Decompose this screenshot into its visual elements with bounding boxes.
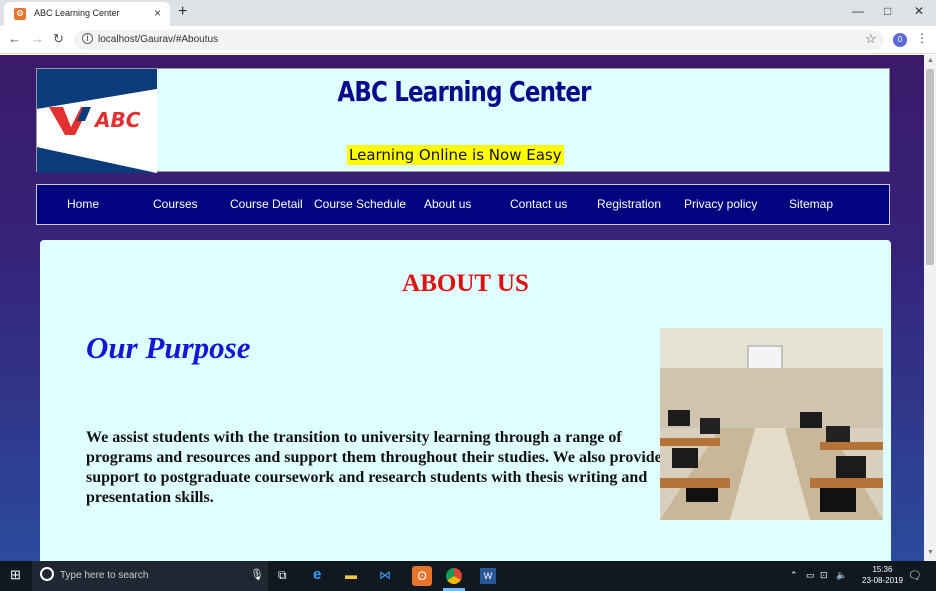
- main-nav: Home Courses Course Detail Course Schedu…: [36, 184, 890, 225]
- volume-icon[interactable]: 🔈: [836, 570, 847, 581]
- page-viewport: ABC ABC Learning Center Learning Online …: [0, 55, 924, 561]
- site-header: ABC ABC Learning Center Learning Online …: [36, 68, 890, 173]
- site-title: ABC Learning Center: [337, 75, 591, 108]
- nav-home[interactable]: Home: [67, 197, 99, 211]
- tray-chevron-icon[interactable]: ⌃: [790, 570, 798, 581]
- windows-start-icon[interactable]: ⊞: [10, 567, 21, 583]
- page-scrollbar[interactable]: ▲ ▼: [924, 55, 936, 561]
- forward-icon[interactable]: →: [31, 31, 44, 46]
- tab-close-icon[interactable]: ×: [154, 6, 161, 20]
- purpose-paragraph: We assist students with the transition t…: [86, 429, 662, 506]
- microphone-icon[interactable]: 🎙: [250, 568, 264, 581]
- nav-sitemap[interactable]: Sitemap: [789, 197, 833, 211]
- classroom-photo: [660, 328, 883, 520]
- about-panel: ABOUT US Our Purpose We assist students …: [40, 240, 891, 561]
- close-window-button[interactable]: ✕: [914, 4, 924, 18]
- profile-avatar[interactable]: 0: [893, 33, 907, 47]
- menu-kebab-icon[interactable]: ⋮: [916, 31, 928, 45]
- scrollbar-thumb[interactable]: [926, 69, 934, 265]
- maximize-button[interactable]: □: [884, 4, 891, 18]
- bookmark-star-icon[interactable]: ☆: [865, 31, 877, 47]
- new-tab-button[interactable]: +: [178, 3, 187, 21]
- nav-registration[interactable]: Registration: [597, 197, 661, 211]
- word-icon[interactable]: W: [480, 568, 496, 584]
- address-bar[interactable]: i localhost/Gaurav/#Aboutus: [74, 30, 884, 50]
- notifications-icon[interactable]: 🗨: [908, 569, 922, 582]
- browser-tab[interactable]: ʘ ABC Learning Center ×: [4, 2, 170, 26]
- info-icon[interactable]: i: [82, 33, 93, 44]
- favicon-icon: ʘ: [14, 8, 26, 20]
- file-explorer-icon[interactable]: ▬: [345, 568, 357, 582]
- network-icon[interactable]: ⊡: [820, 570, 828, 581]
- tab-title: ABC Learning Center: [34, 8, 120, 18]
- vscode-icon[interactable]: ⋈: [379, 568, 391, 582]
- nav-about-us[interactable]: About us: [424, 197, 471, 211]
- nav-course-schedule[interactable]: Course Schedule: [314, 197, 406, 211]
- battery-icon[interactable]: ▭: [806, 570, 815, 581]
- edge-icon[interactable]: e: [313, 566, 321, 583]
- section-heading: Our Purpose: [86, 330, 251, 365]
- nav-privacy-policy[interactable]: Privacy policy: [684, 197, 757, 211]
- clock-date: 23-08-2019: [862, 576, 903, 585]
- clock-time: 15:36: [872, 565, 893, 574]
- taskbar-search-placeholder[interactable]: Type here to search: [60, 570, 148, 581]
- reload-icon[interactable]: ↻: [53, 31, 64, 47]
- taskbar-search[interactable]: Type here to search: [32, 561, 268, 591]
- xampp-icon[interactable]: ʘ: [412, 566, 432, 586]
- nav-course-detail[interactable]: Course Detail: [230, 197, 303, 211]
- scroll-down-icon[interactable]: ▼: [927, 549, 934, 556]
- cortana-icon: [40, 567, 54, 581]
- nav-courses[interactable]: Courses: [153, 197, 198, 211]
- nav-contact-us[interactable]: Contact us: [510, 197, 567, 211]
- logo-text: ABC: [93, 108, 141, 132]
- url-text[interactable]: localhost/Gaurav/#Aboutus: [98, 34, 218, 45]
- site-tagline: Learning Online is Now Easy: [347, 145, 564, 165]
- chrome-icon[interactable]: [446, 568, 462, 584]
- scroll-up-icon[interactable]: ▲: [927, 57, 934, 64]
- page-heading: ABOUT US: [402, 270, 529, 297]
- back-icon[interactable]: ←: [8, 31, 21, 46]
- browser-toolbar: ← → ↻ i localhost/Gaurav/#Aboutus ☆: [0, 26, 936, 54]
- taskbar-clock[interactable]: 15:36 23-08-2019: [862, 564, 903, 586]
- task-view-icon[interactable]: ⧉: [278, 568, 287, 583]
- minimize-button[interactable]: —: [852, 4, 864, 18]
- browser-tab-strip: ʘ ABC Learning Center × + — □ ✕: [0, 0, 936, 26]
- windows-taskbar: ⊞ Type here to search 🎙 ⧉ e ▬ ⋈ ʘ W ⌃ ▭ …: [0, 561, 936, 591]
